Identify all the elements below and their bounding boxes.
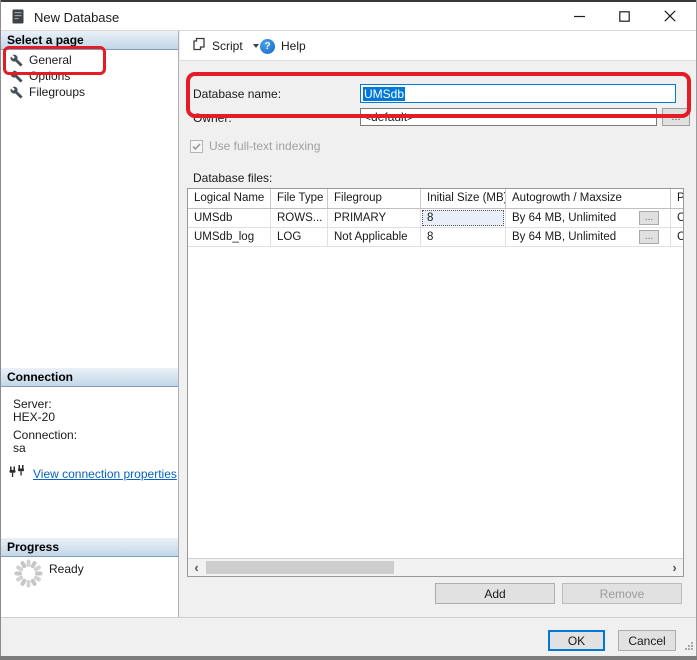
fulltext-checkbox[interactable] — [190, 140, 203, 153]
owner-browse-button[interactable]: ... — [662, 108, 690, 126]
sidebar-item-label: General — [29, 53, 72, 67]
toolbar: Script ? Help — [180, 31, 696, 61]
cell-file-type[interactable]: ROWS... — [271, 209, 328, 227]
scroll-left-icon[interactable]: ‹ — [188, 559, 205, 576]
cell-autogrowth[interactable]: By 64 MB, Unlimited ... — [506, 228, 671, 246]
resize-grip[interactable] — [685, 638, 694, 656]
sidebar-item-label: Filegroups — [29, 85, 85, 99]
wrench-icon — [10, 70, 23, 83]
ok-button[interactable]: OK — [548, 630, 605, 651]
script-button[interactable]: Script — [188, 35, 263, 57]
database-name-input[interactable]: UMSdb — [360, 84, 676, 103]
column-header-logical-name: Logical Name — [188, 189, 271, 208]
connection-label: Connection: — [13, 428, 77, 442]
scrollbar-thumb[interactable] — [206, 561, 394, 574]
general-page-content: Database name: UMSdb Owner: <default> ..… — [180, 62, 696, 617]
fulltext-checkbox-label: Use full-text indexing — [209, 139, 320, 153]
help-button[interactable]: ? Help — [256, 35, 310, 57]
autogrowth-browse-button[interactable]: ... — [639, 211, 659, 225]
window-edge — [0, 656, 697, 660]
new-database-dialog: New Database Select a page General Optio… — [0, 0, 697, 660]
cell-autogrowth[interactable]: By 64 MB, Unlimited ... — [506, 209, 671, 227]
connection-header: Connection — [1, 368, 178, 387]
column-header-initial-size: Initial Size (MB) — [421, 189, 506, 208]
column-header-autogrowth: Autogrowth / Maxsize — [506, 189, 671, 208]
remove-button[interactable]: Remove — [562, 583, 682, 604]
database-files-label: Database files: — [193, 171, 272, 185]
select-a-page-header: Select a page — [1, 31, 178, 50]
database-name-label: Database name: — [193, 87, 281, 101]
sidebar-item-general[interactable]: General — [1, 52, 178, 68]
help-button-label: Help — [281, 39, 306, 53]
view-connection-properties-link[interactable]: View connection properties — [33, 467, 177, 481]
database-window-icon — [12, 9, 24, 29]
script-button-label: Script — [212, 39, 243, 53]
server-value: HEX-20 — [13, 410, 55, 424]
selected-cell-value[interactable]: 8 — [422, 210, 504, 226]
title-bar: New Database — [1, 2, 696, 31]
script-icon — [192, 37, 206, 56]
table-header-row: Logical Name File Type Filegroup Initial… — [188, 189, 683, 209]
cell-filegroup[interactable]: PRIMARY — [328, 209, 421, 227]
cell-logical-name[interactable]: UMSdb — [188, 209, 271, 227]
table-row: UMSdb ROWS... PRIMARY 8 By 64 MB, Unlimi… — [188, 209, 683, 228]
progress-header: Progress — [1, 538, 178, 557]
add-button[interactable]: Add — [435, 583, 555, 604]
connection-properties-icon — [9, 464, 26, 483]
column-header-filegroup: Filegroup — [328, 189, 421, 208]
cell-initial-size[interactable]: 8 — [421, 228, 506, 246]
cell-filegroup[interactable]: Not Applicable — [328, 228, 421, 246]
horizontal-scrollbar[interactable]: ‹ › — [188, 558, 683, 576]
sidebar: Select a page General Options Filegroups… — [1, 31, 179, 618]
cell-initial-size[interactable]: 8 — [421, 209, 506, 227]
sidebar-item-filegroups[interactable]: Filegroups — [1, 84, 178, 100]
wrench-icon — [10, 54, 23, 67]
window-title: New Database — [34, 10, 119, 25]
sidebar-item-label: Options — [29, 69, 70, 83]
minimize-button[interactable] — [557, 2, 602, 30]
owner-input[interactable]: <default> — [360, 108, 657, 126]
column-header-path: Pa — [671, 189, 683, 208]
cell-path[interactable]: C: — [671, 228, 683, 246]
cell-path[interactable]: C: — [671, 209, 683, 227]
table-row: UMSdb_log LOG Not Applicable 8 By 64 MB,… — [188, 228, 683, 247]
sidebar-item-options[interactable]: Options — [1, 68, 178, 84]
column-header-file-type: File Type — [271, 189, 328, 208]
progress-status: Ready — [49, 562, 84, 576]
owner-value: <default> — [364, 110, 414, 124]
wrench-icon — [10, 86, 23, 99]
cancel-button[interactable]: Cancel — [618, 630, 676, 651]
database-files-table: Logical Name File Type Filegroup Initial… — [187, 188, 684, 577]
scroll-right-icon[interactable]: › — [666, 559, 683, 576]
autogrowth-value: By 64 MB, Unlimited — [512, 212, 616, 224]
database-name-value: UMSdb — [363, 87, 405, 101]
server-label: Server: — [13, 397, 52, 411]
cell-file-type[interactable]: LOG — [271, 228, 328, 246]
cell-logical-name[interactable]: UMSdb_log — [188, 228, 271, 246]
autogrowth-value: By 64 MB, Unlimited — [512, 231, 616, 243]
connection-value: sa — [13, 441, 26, 455]
maximize-button[interactable] — [602, 2, 647, 30]
owner-label: Owner: — [193, 111, 232, 125]
close-button[interactable] — [647, 2, 692, 30]
progress-spinner-icon — [13, 558, 44, 594]
autogrowth-browse-button[interactable]: ... — [639, 230, 659, 244]
help-icon: ? — [260, 39, 275, 54]
footer: OK Cancel — [1, 618, 696, 656]
